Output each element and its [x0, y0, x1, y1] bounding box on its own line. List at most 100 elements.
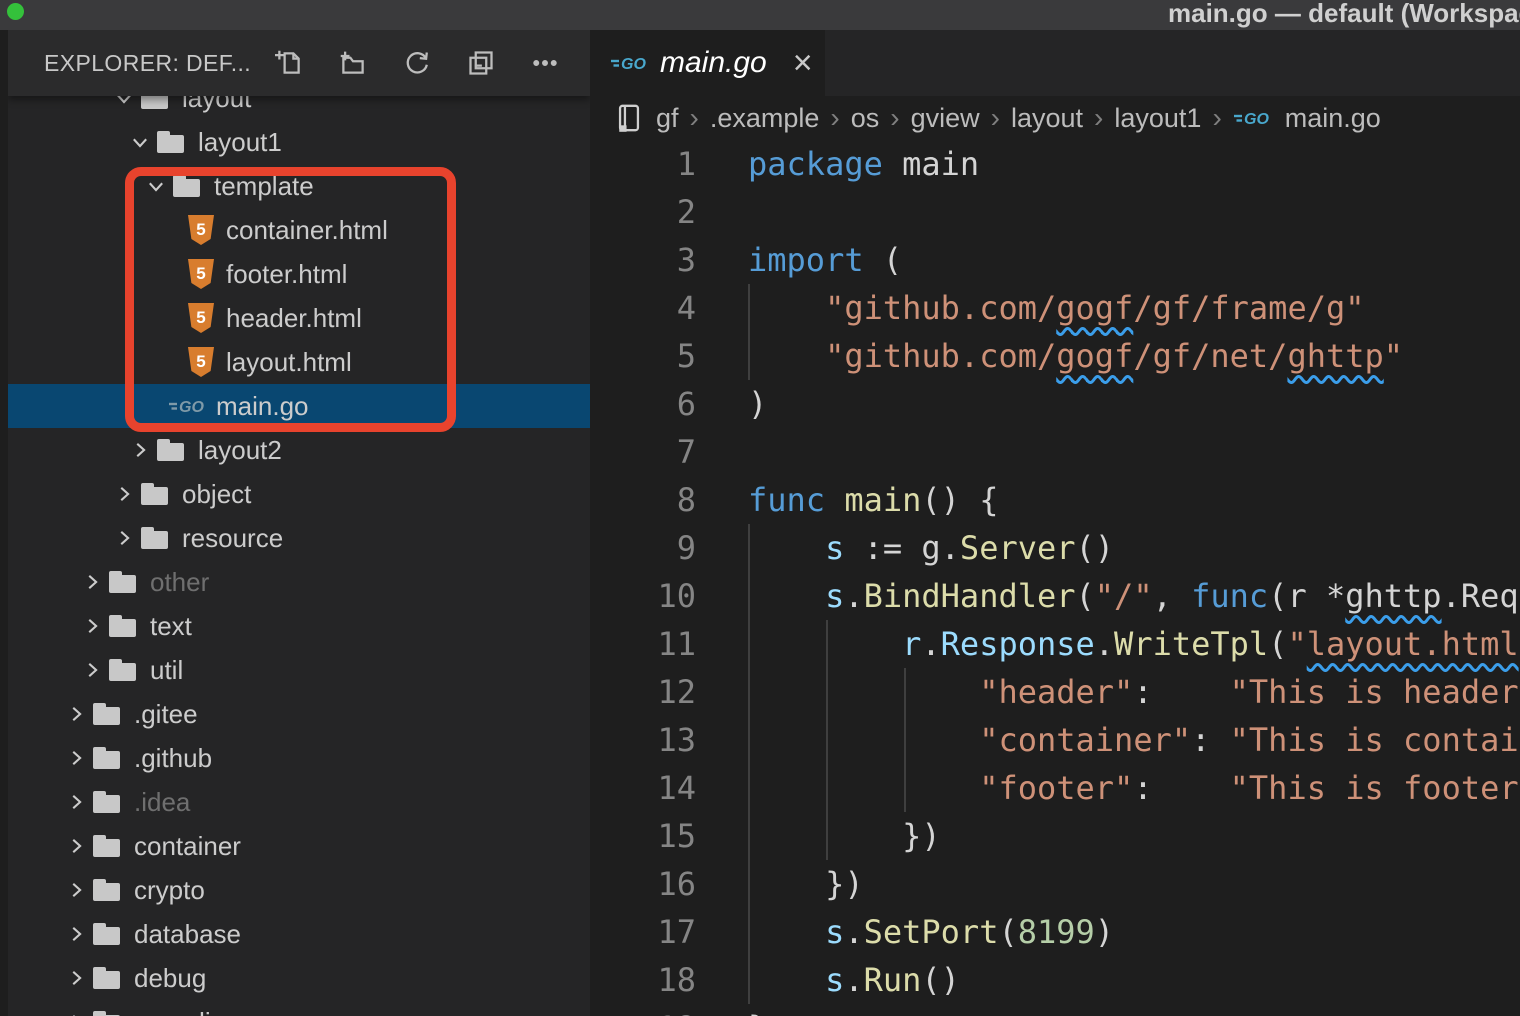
code-line-8[interactable]: 8 func main() {: [590, 476, 1520, 524]
breadcrumb-item-layout1[interactable]: layout1: [1114, 103, 1201, 134]
tree-item-label: database: [134, 919, 241, 950]
code-line-18[interactable]: 18 s.Run(): [590, 956, 1520, 1004]
code-line-7[interactable]: 7: [590, 428, 1520, 476]
new-file-icon[interactable]: [274, 48, 304, 78]
breadcrumb-separator: ›: [679, 102, 710, 134]
code-line-14[interactable]: 14 "footer": "This is footer",: [590, 764, 1520, 812]
breadcrumb: gf›.example›os›gview›layout›layout1›GOma…: [590, 96, 1520, 140]
code-line-5[interactable]: 5 "github.com/gogf/gf/net/ghttp": [590, 332, 1520, 380]
chevron-right-icon: [64, 746, 88, 770]
tree-item-label: footer.html: [226, 259, 347, 290]
chevron-down-icon: [128, 130, 152, 154]
chevron-right-icon: [112, 482, 136, 506]
chevron-right-icon: [64, 966, 88, 990]
code-line-1[interactable]: 1package main: [590, 140, 1520, 188]
tree-item-crypto[interactable]: crypto: [8, 868, 590, 912]
code-line-12[interactable]: 12 "header": "This is header",: [590, 668, 1520, 716]
html5-icon: 5: [188, 215, 214, 245]
tree-item-layout-html[interactable]: 5layout.html: [8, 340, 590, 384]
code-line-10[interactable]: 10 s.BindHandler("/", func(r *ghttp.Requ…: [590, 572, 1520, 620]
code-text: ): [748, 385, 767, 423]
collapse-all-icon[interactable]: [466, 48, 496, 78]
code-line-11[interactable]: 11 r.Response.WriteTpl("layout.html", g.…: [590, 620, 1520, 668]
tree-item-text[interactable]: text: [8, 604, 590, 648]
code-text: s.Run(): [748, 961, 960, 999]
folder-icon: [92, 919, 122, 949]
tree-item-template[interactable]: template: [8, 164, 590, 208]
explorer-title: EXPLORER: DEF...: [44, 50, 251, 77]
tab-label: main.go: [660, 46, 767, 80]
code-line-15[interactable]: 15 }): [590, 812, 1520, 860]
chevron-right-icon: [64, 702, 88, 726]
tree-item-header-html[interactable]: 5header.html: [8, 296, 590, 340]
line-number: 2: [590, 193, 696, 231]
tree-item-container[interactable]: container: [8, 824, 590, 868]
chevron-right-icon: [128, 438, 152, 462]
tree-item-util[interactable]: util: [8, 648, 590, 692]
tab-main-go[interactable]: GO main.go ×: [590, 30, 825, 96]
tree-item-footer-html[interactable]: 5 footer.html: [8, 252, 590, 296]
editor-group: GO main.go × gf›.example›os›gview›layout…: [590, 30, 1520, 1016]
folder-icon: [108, 611, 138, 641]
code-text: func main() {: [748, 481, 998, 519]
tree-item-other[interactable]: other: [8, 560, 590, 604]
html5-icon: 5: [188, 259, 214, 289]
close-icon[interactable]: ×: [793, 48, 813, 78]
chevron-placeholder: [160, 218, 184, 242]
chevron-right-icon: [64, 834, 88, 858]
more-actions-icon[interactable]: [530, 48, 560, 78]
code-text: s.SetPort(8199): [748, 913, 1114, 951]
breadcrumb-separator: ›: [1083, 102, 1114, 134]
breadcrumb-item-main-go[interactable]: main.go: [1285, 103, 1381, 134]
breadcrumb-item--example[interactable]: .example: [710, 103, 820, 134]
tree-item-container-html[interactable]: 5container.html: [8, 208, 590, 252]
folder-icon: [108, 655, 138, 685]
code-line-13[interactable]: 13 "container": "This is container",: [590, 716, 1520, 764]
folder-icon: [108, 567, 138, 597]
tree-item-gitee[interactable]: .gitee: [8, 692, 590, 736]
code-text: s := g.Server(): [748, 529, 1114, 567]
tree-item-layout1[interactable]: layout1: [8, 120, 590, 164]
tree-item-object[interactable]: object: [8, 472, 590, 516]
code-line-4[interactable]: 4 "github.com/gogf/gf/frame/g": [590, 284, 1520, 332]
line-number: 13: [590, 721, 696, 759]
tree-item-github[interactable]: .github: [8, 736, 590, 780]
chevron-down-icon: [144, 174, 168, 198]
folder-icon: [92, 875, 122, 905]
html5-icon: 5: [188, 303, 214, 333]
tree-item-label: main.go: [216, 391, 309, 422]
tree-item-encoding[interactable]: encoding: [8, 1000, 590, 1016]
line-number: 8: [590, 481, 696, 519]
code-line-2[interactable]: 2: [590, 188, 1520, 236]
line-number: 19: [590, 1009, 696, 1016]
code-editor[interactable]: 1package main 2 3import (4 "github.com/gog…: [590, 140, 1520, 1016]
tree-item-layout2[interactable]: layout2: [8, 428, 590, 472]
chevron-right-icon: [64, 878, 88, 902]
code-line-3[interactable]: 3import (: [590, 236, 1520, 284]
window-control-green-icon[interactable]: [7, 3, 24, 20]
tree-item-debug[interactable]: debug: [8, 956, 590, 1000]
code-line-17[interactable]: 17 s.SetPort(8199): [590, 908, 1520, 956]
code-line-9[interactable]: 9 s := g.Server(): [590, 524, 1520, 572]
tree-item-database[interactable]: database: [8, 912, 590, 956]
code-line-16[interactable]: 16 }): [590, 860, 1520, 908]
tree-item-main-go[interactable]: GOmain.go: [8, 384, 590, 428]
code-text: "container": "This is container",: [748, 721, 1520, 759]
refresh-icon[interactable]: [402, 48, 432, 78]
code-text: "footer": "This is footer",: [748, 769, 1520, 807]
tree-item-idea[interactable]: .idea: [8, 780, 590, 824]
new-folder-icon[interactable]: [338, 48, 368, 78]
breadcrumb-item-gview[interactable]: gview: [911, 103, 980, 134]
tab-bar: GO main.go ×: [590, 30, 1520, 96]
tree-item-label: resource: [182, 523, 283, 554]
tree-item-resource[interactable]: resource: [8, 516, 590, 560]
breadcrumb-item-layout[interactable]: layout: [1011, 103, 1083, 134]
breadcrumb-item-gf[interactable]: gf: [656, 103, 679, 134]
folder-icon: [140, 479, 170, 509]
breadcrumb-separator: ›: [1201, 102, 1232, 134]
tree-item-label: template: [214, 171, 314, 202]
code-line-19[interactable]: 19}: [590, 1004, 1520, 1016]
breadcrumb-item-os[interactable]: os: [851, 103, 880, 134]
code-line-6[interactable]: 6): [590, 380, 1520, 428]
line-number: 9: [590, 529, 696, 567]
